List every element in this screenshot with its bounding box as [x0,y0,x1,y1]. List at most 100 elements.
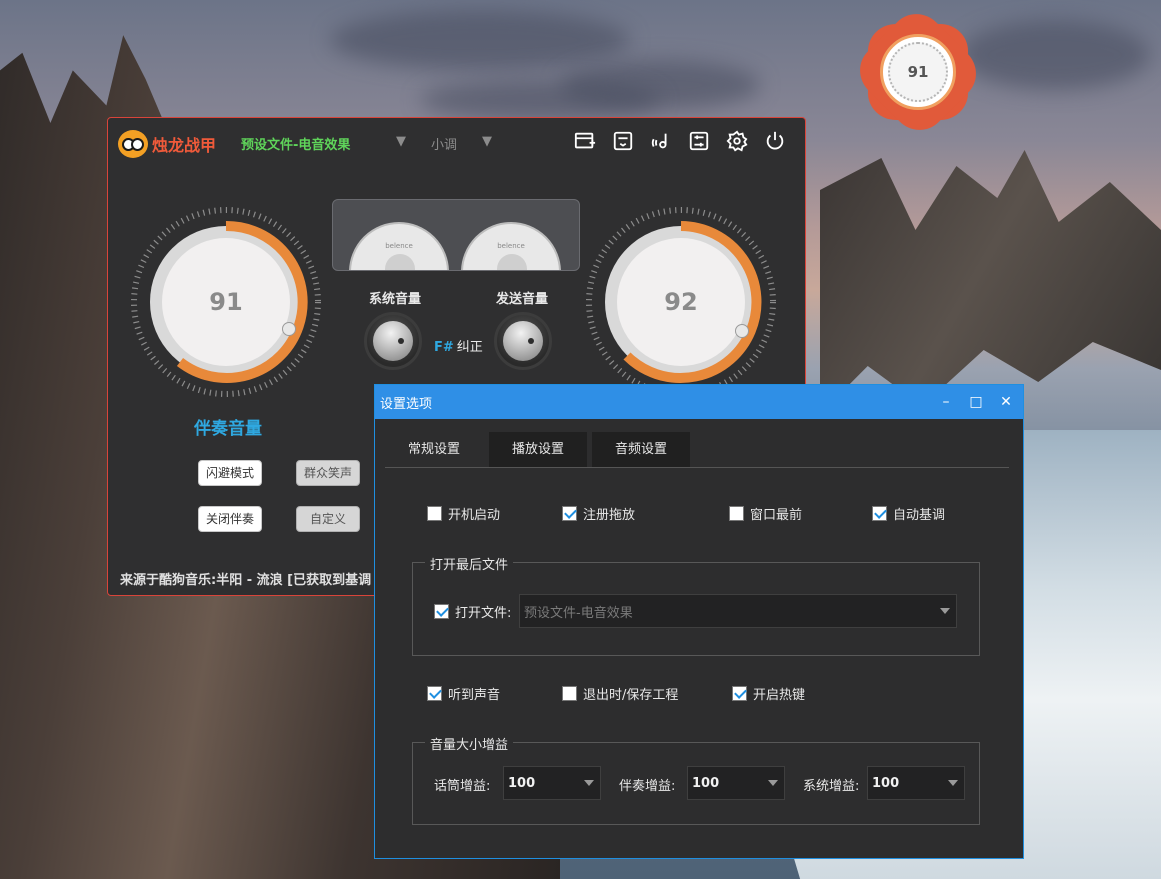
checkbox-label: 窗口最前 [750,508,803,523]
checkbox-box [872,506,887,521]
key-fix-label: 纠正 [456,340,483,355]
volume-gain-group: 音量大小增益 话筒增益: 100 伴奏增益: 100 系统增益: 100 [412,734,980,825]
mixer-button[interactable] [686,128,712,154]
select-value: 100 [508,775,536,791]
checkbox-label: 打开文件: [455,606,512,621]
settings-button[interactable] [724,128,750,154]
select-value: 预设文件-电音效果 [524,605,633,621]
key-note: F# [434,340,454,355]
group-title: 音量大小增益 [425,734,514,753]
save-button[interactable] [610,128,636,154]
chevron-down-icon [768,780,778,786]
custom-button[interactable]: 自定义 [296,506,360,532]
knob-indicator [735,324,749,338]
system-volume-mini-knob[interactable] [364,312,422,370]
tab-bar: 常规设置 播放设置 音频设置 [385,432,1009,468]
widget-value: 91 [888,42,948,102]
add-window-icon [574,132,596,149]
source-text: 来源于酷狗音乐:半阳 - 流浪 [已获取到基调 [120,573,372,588]
checkbox-box [562,506,577,521]
checkbox-hotkeys[interactable]: 开启热键 [732,684,805,703]
meter-needle [385,254,415,270]
mixer-icon [689,131,709,151]
system-volume-knob[interactable]: 92 [581,202,781,402]
send-volume-label: 发送音量 [496,292,549,307]
cloud [960,20,1150,90]
checkbox-save-on-exit[interactable]: 退出时/保存工程 [562,684,678,703]
checkbox-box [562,686,577,701]
checkbox-label: 开启热键 [753,688,806,703]
open-file-select[interactable]: 预设文件-电音效果 [519,594,957,628]
select-value: 100 [872,775,900,791]
dialog-titlebar[interactable]: 设置选项 [375,385,1023,419]
select-value: 100 [692,775,720,791]
power-icon [766,131,784,150]
checkbox-label: 退出时/保存工程 [583,688,679,703]
checkbox-box [427,686,442,701]
meter-label: belence [385,242,413,250]
dropdown-arrow-icon: ▼ [396,134,406,149]
checkbox-box [427,506,442,521]
mode-value: 小调 [430,138,457,153]
app-name: 烛龙战甲 [152,136,217,155]
tab-playback[interactable]: 播放设置 [489,432,587,467]
checkbox-auto-key[interactable]: 自动基调 [872,504,945,523]
checkbox-auto-start[interactable]: 开机启动 [427,504,500,523]
chevron-down-icon [584,780,594,786]
mic-gain-label: 话筒增益: [434,779,491,794]
checkbox-register-drag[interactable]: 注册拖放 [562,504,635,523]
checkbox-hear-sound[interactable]: 听到声音 [427,684,500,703]
tab-general[interactable]: 常规设置 [385,432,483,467]
toolbar [572,128,788,154]
checkbox-label: 自动基调 [893,508,946,523]
open-last-file-group: 打开最后文件 打开文件: 预设文件-电音效果 [412,554,980,656]
knob-value: 92 [617,238,745,366]
chevron-down-icon [948,780,958,786]
checkbox-label: 听到声音 [448,688,501,703]
meter-label: belence [497,242,525,250]
close-accompaniment-button[interactable]: 关闭伴奏 [198,506,262,532]
app-title: 烛龙战甲 [118,130,216,158]
gear-icon [726,130,748,152]
balance-meter-panel: belence belence [332,199,580,271]
accompaniment-volume-label: 伴奏音量 [194,419,262,439]
checkbox-open-file[interactable]: 打开文件: [434,602,511,621]
checkbox-box [729,506,744,521]
system-volume-label: 系统音量 [369,292,422,307]
mic-gain-select[interactable]: 100 [503,766,601,800]
dialog-title: 设置选项 [380,396,433,412]
window-controls: – □ ✕ [933,390,1019,414]
mini-knob-cap [503,321,543,361]
group-title: 打开最后文件 [425,554,514,573]
minimize-button[interactable]: – [933,390,959,414]
send-volume-mini-knob[interactable] [494,312,552,370]
checkbox-box [732,686,747,701]
crowd-laugh-button[interactable]: 群众笑声 [296,460,360,486]
avoid-mode-button[interactable]: 闪避模式 [198,460,262,486]
system-gain-label: 系统增益: [803,779,860,794]
sound-effect-button[interactable] [648,128,674,154]
save-icon [613,131,633,151]
chevron-down-icon [940,608,950,614]
knob-indicator [282,322,296,336]
balance-meter-right: belence [461,222,561,270]
tab-audio[interactable]: 音频设置 [592,432,690,467]
accompaniment-volume-knob[interactable]: 91 [126,202,326,402]
power-button[interactable] [762,128,788,154]
knob-value: 91 [162,238,290,366]
sound-effect-icon [651,133,667,149]
system-gain-select[interactable]: 100 [867,766,965,800]
owl-logo-icon [118,130,148,158]
settings-dialog: 设置选项 – □ ✕ 常规设置 播放设置 音频设置 开机启动 注册拖放 窗口最前… [374,384,1024,859]
mini-knob-cap [373,321,413,361]
mode-select[interactable]: ▼ 小调 ▼ [396,134,492,153]
add-window-button[interactable] [572,128,598,154]
cloud [420,80,660,120]
accompaniment-gain-select[interactable]: 100 [687,766,785,800]
checkbox-window-topmost[interactable]: 窗口最前 [729,504,802,523]
maximize-button[interactable]: □ [963,390,989,414]
desktop-volume-widget[interactable]: 91 [848,2,988,142]
preset-label[interactable]: 预设文件-电音效果 [241,134,350,153]
key-correction[interactable]: F# 纠正 [434,336,483,355]
close-button[interactable]: ✕ [993,390,1019,414]
